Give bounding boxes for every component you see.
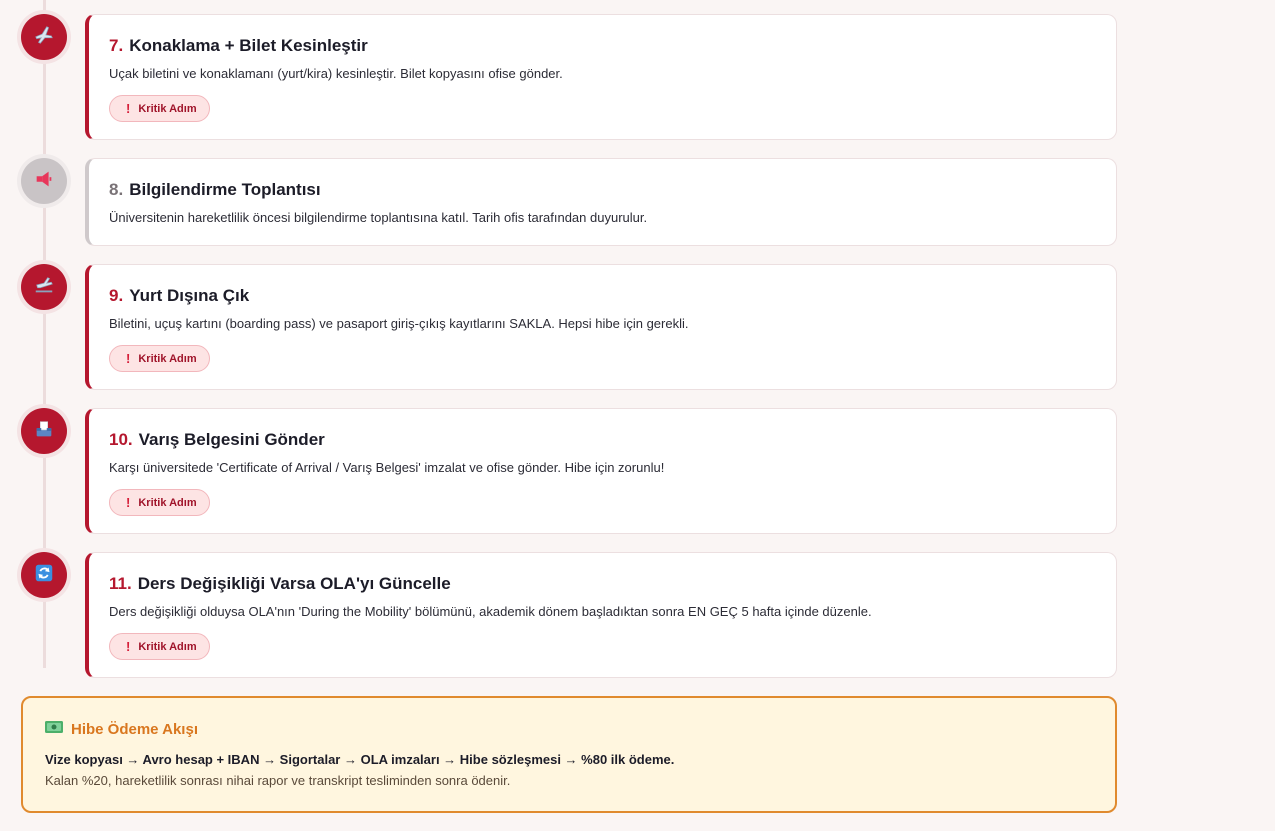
step-number: 7. (109, 36, 124, 55)
roadmap-timeline: 7. Konaklama + Bilet Kesinleştir Uçak bil… (0, 0, 1275, 831)
step-description: Uçak biletini ve konaklamanı (yurt/kira)… (109, 66, 563, 81)
step-description: Ders değişikliği olduysa OLA'nın 'During… (109, 604, 872, 619)
critical-badge: ! Kritik Adım (109, 633, 210, 660)
megaphone-icon (33, 168, 55, 195)
departure-icon (33, 274, 55, 301)
step-card-9: 9. Yurt Dışına Çık Biletini, uçuş kartını… (85, 264, 1117, 390)
critical-badge: ! Kritik Adım (109, 95, 210, 122)
airplane-icon (33, 24, 55, 51)
money-icon (45, 720, 63, 738)
step-title-text: Yurt Dışına Çık (129, 286, 250, 305)
step-title: 11. Ders Değişikliği Varsa OLA'yı Güncell… (109, 573, 1094, 595)
step-card-11: 11. Ders Değişikliği Varsa OLA'yı Güncell… (85, 552, 1117, 678)
step-description: Üniversitenin hareketlilik öncesi bilgil… (109, 210, 648, 225)
step-7-marker (21, 14, 67, 60)
badge-label: Kritik Adım (138, 102, 197, 115)
step-title-text: Varış Belgesini Gönder (138, 430, 325, 449)
step-9-marker (21, 264, 67, 310)
exclamation-icon: ! (126, 495, 131, 510)
exclamation-icon: ! (126, 351, 131, 366)
inbox-tray-icon (33, 418, 55, 445)
step-title: 9. Yurt Dışına Çık (109, 285, 1094, 307)
critical-badge: ! Kritik Adım (109, 489, 210, 516)
grant-note-text: Kalan %20, hareketlilik sonrası nihai ra… (45, 773, 511, 788)
step-card-10: 10. Varış Belgesini Gönder Karşı üniversi… (85, 408, 1117, 534)
step-description: Karşı üniversitede 'Certificate of Arriv… (109, 460, 665, 475)
badge-label: Kritik Adım (138, 352, 197, 365)
refresh-icon (33, 562, 55, 589)
step-title: 10. Varış Belgesini Gönder (109, 429, 1094, 451)
badge-label: Kritik Adım (138, 640, 197, 653)
step-title: 7. Konaklama + Bilet Kesinleştir (109, 35, 1094, 57)
step-11-marker (21, 552, 67, 598)
step-description: Biletini, uçuş kartını (boarding pass) v… (109, 316, 689, 331)
step-title: 8. Bilgilendirme Toplantısı (109, 179, 1094, 201)
badge-label: Kritik Adım (138, 496, 197, 509)
grant-title-text: Hibe Ödeme Akışı (71, 720, 198, 738)
step-number: 10. (109, 430, 133, 449)
step-card-7: 7. Konaklama + Bilet Kesinleştir Uçak bil… (85, 14, 1117, 140)
grant-payment-box: Hibe Ödeme Akışı Vize kopyası → Avro hes… (21, 696, 1117, 813)
step-card-8: 8. Bilgilendirme Toplantısı Üniversitenin… (85, 158, 1117, 246)
critical-badge: ! Kritik Adım (109, 345, 210, 372)
step-title-text: Ders Değişikliği Varsa OLA'yı Güncelle (137, 574, 451, 593)
exclamation-icon: ! (126, 101, 131, 116)
step-title-text: Konaklama + Bilet Kesinleştir (129, 36, 368, 55)
step-10-marker (21, 408, 67, 454)
step-number: 8. (109, 180, 124, 199)
step-8-marker (21, 158, 67, 204)
grant-flow-text: Vize kopyası → Avro hesap + IBAN → Sigor… (45, 752, 675, 767)
step-number: 11. (109, 574, 132, 593)
step-title-text: Bilgilendirme Toplantısı (129, 180, 321, 199)
grant-title: Hibe Ödeme Akışı (45, 720, 1093, 738)
exclamation-icon: ! (126, 639, 131, 654)
step-number: 9. (109, 286, 124, 305)
